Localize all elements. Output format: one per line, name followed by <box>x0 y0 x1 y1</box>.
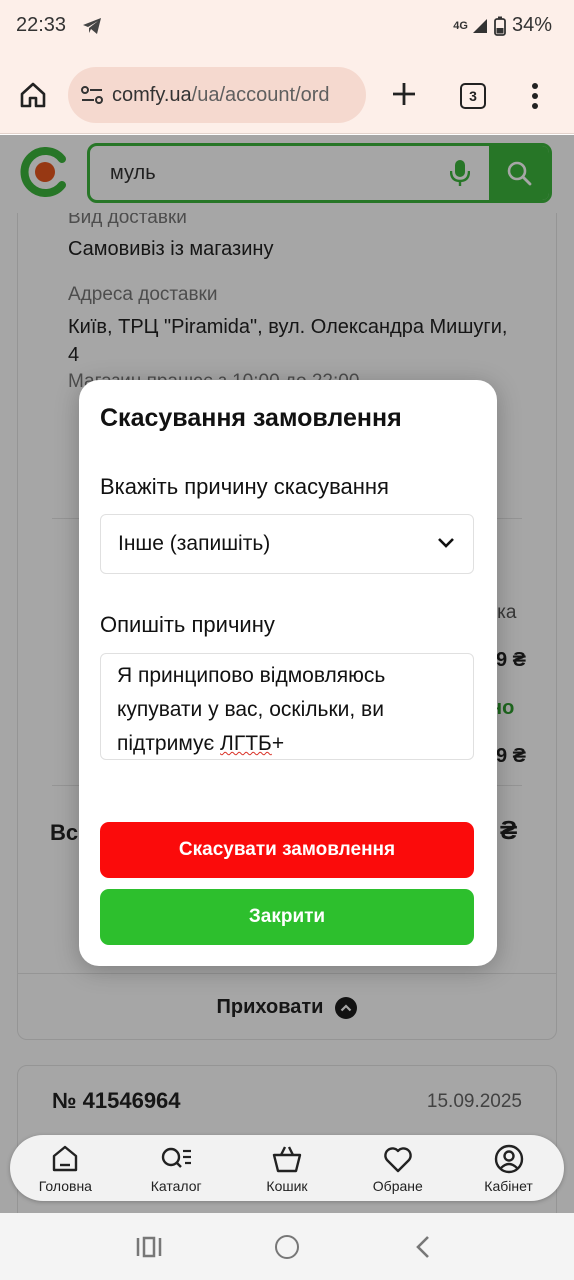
back-icon[interactable] <box>414 1235 432 1259</box>
nav-home[interactable]: Головна <box>15 1143 115 1194</box>
battery-icon <box>494 16 506 36</box>
cancel-order-dialog: Скасування замовлення Вкажіть причину ск… <box>79 380 497 966</box>
cancel-order-button[interactable]: Скасувати замовлення <box>100 822 474 878</box>
reason-selected-value: Інше (запишіть) <box>118 532 271 555</box>
reason-label: Вкажіть причину скасування <box>100 474 389 499</box>
nav-favorites[interactable]: Обране <box>348 1143 448 1194</box>
battery-percent: 34% <box>511 14 552 36</box>
new-tab-icon[interactable] <box>390 80 418 108</box>
nav-home-label: Головна <box>38 1177 92 1194</box>
status-bar: 22:33 4G 34% <box>0 0 574 56</box>
reason-text-flagged: ЛГТБ <box>220 732 272 755</box>
reason-select[interactable]: Інше (запишіть) <box>100 514 474 574</box>
recents-icon[interactable] <box>136 1235 162 1259</box>
nav-catalog-label: Каталог <box>150 1177 202 1194</box>
nav-catalog[interactable]: Каталог <box>126 1143 226 1194</box>
site-bottom-nav: Головна Каталог Кошик Обране Кабінет <box>10 1135 564 1201</box>
home-icon <box>53 1145 78 1171</box>
nav-cart-label: Кошик <box>266 1177 308 1194</box>
nav-favorites-label: Обране <box>372 1177 423 1194</box>
reason-textarea[interactable]: Я принципово відмовляюсь купувати у вас,… <box>100 653 474 760</box>
dialog-title: Скасування замовлення <box>100 404 402 432</box>
system-nav-bar <box>0 1213 574 1280</box>
network-type: 4G <box>453 19 468 32</box>
home-circle-icon[interactable] <box>275 1235 299 1259</box>
more-menu-icon[interactable] <box>531 82 539 110</box>
user-icon <box>494 1144 523 1173</box>
close-button[interactable]: Закрити <box>100 889 474 945</box>
browser-toolbar: comfy.ua/ua/account/ord 3 <box>0 56 574 134</box>
address-bar[interactable]: comfy.ua/ua/account/ord <box>68 67 366 123</box>
catalog-icon <box>161 1147 192 1168</box>
site-settings-icon[interactable] <box>80 84 104 106</box>
signal-icon <box>472 18 487 33</box>
describe-label: Опишіть причину <box>100 612 275 637</box>
home-icon[interactable] <box>18 80 48 110</box>
heart-icon <box>384 1146 412 1172</box>
nav-cart[interactable]: Кошик <box>237 1143 337 1194</box>
chevron-down-icon <box>438 538 454 548</box>
cart-icon <box>272 1145 302 1172</box>
reason-text-part2: + <box>271 732 285 755</box>
url-host: comfy.ua <box>112 83 192 106</box>
nav-account[interactable]: Кабінет <box>459 1143 559 1194</box>
nav-account-label: Кабінет <box>484 1177 533 1194</box>
url-path: /ua/account/ord <box>191 83 330 106</box>
tab-switcher-button[interactable]: 3 <box>460 83 486 109</box>
status-indicators: 4G 34% <box>453 14 552 37</box>
telegram-icon <box>83 18 101 34</box>
status-time: 22:33 <box>16 14 67 36</box>
url-text: comfy.ua/ua/account/ord <box>112 84 330 107</box>
